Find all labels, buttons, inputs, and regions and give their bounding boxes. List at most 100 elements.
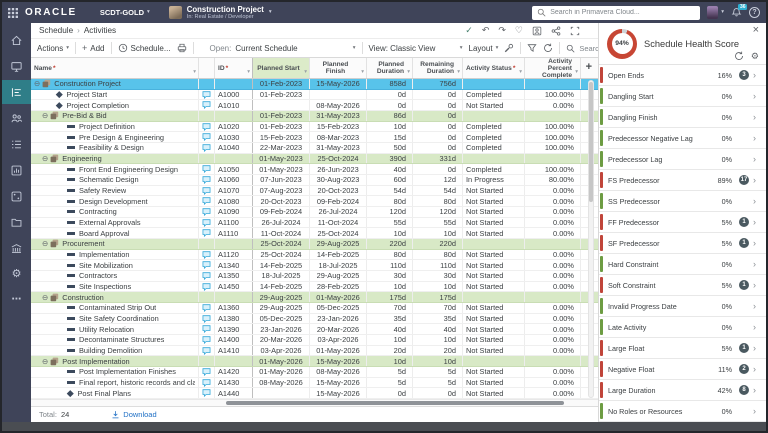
chat-icon[interactable] <box>202 186 211 195</box>
name-cell[interactable]: Contaminated Strip Out <box>31 303 199 313</box>
name-cell[interactable]: External Approvals <box>31 217 199 228</box>
remaining-duration-cell[interactable]: 110d <box>413 260 463 271</box>
planned-start-cell[interactable]: 01-May-2026 <box>253 367 310 377</box>
percent-complete-cell[interactable]: 0.00% <box>525 207 581 217</box>
activity-status-cell[interactable] <box>463 356 525 367</box>
planned-finish-cell[interactable]: 05-Dec-2025 <box>310 303 367 313</box>
gear-icon[interactable]: ⚙ <box>751 51 759 61</box>
percent-complete-cell[interactable]: 0.00% <box>525 217 581 228</box>
chat-icon[interactable] <box>202 368 211 376</box>
planned-start-cell[interactable]: 20-Mar-2026 <box>253 335 310 345</box>
activity-status-cell[interactable]: Not Started <box>463 207 525 217</box>
column-header-planned-finish[interactable]: Planned Finish ▾ <box>310 58 367 78</box>
planned-finish-cell[interactable]: 18-Jul-2025 <box>310 260 367 271</box>
remaining-duration-cell[interactable]: 120d <box>413 207 463 217</box>
sidebar-item-settings[interactable]: ⚙ <box>2 262 31 286</box>
column-menu-icon[interactable]: ▾ <box>193 69 196 76</box>
health-item[interactable]: Hard Constraint 0% › <box>599 254 766 275</box>
help-button[interactable]: ? <box>749 7 760 18</box>
sidebar-item-reports[interactable] <box>2 158 31 182</box>
planned-duration-cell[interactable]: 55d <box>367 217 413 228</box>
wrench-icon[interactable] <box>504 43 514 53</box>
name-cell[interactable]: Post Final Plans <box>31 388 199 399</box>
activity-details-icon[interactable] <box>532 26 542 36</box>
name-cell[interactable]: Contracting <box>31 207 199 217</box>
activity-row[interactable]: Site Safety Coordination A1380 05-Dec-2025… <box>31 313 598 325</box>
activity-status-cell[interactable] <box>463 79 525 89</box>
planned-duration-cell[interactable]: 10d <box>367 228 413 239</box>
health-item[interactable]: SF Predecessor 5% 1 › <box>599 233 766 254</box>
activity-row[interactable]: Implementation A1120 25-Oct-2024 14-Feb-202… <box>31 249 598 261</box>
activity-status-cell[interactable]: Not Started <box>463 335 525 345</box>
id-cell[interactable]: A1010 <box>215 100 253 111</box>
id-cell[interactable]: A1420 <box>215 367 253 377</box>
planned-finish-cell[interactable]: 25-Oct-2024 <box>310 153 367 164</box>
sidebar-item-more[interactable]: ⋯ <box>2 288 31 312</box>
workspace-selector[interactable]: SCDT-GOLD ▾ <box>100 8 150 17</box>
view-select[interactable]: View: Classic View ▾ <box>369 44 463 53</box>
name-cell[interactable]: Schematic Design <box>31 175 199 185</box>
id-cell[interactable]: A1030 <box>215 132 253 143</box>
collapse-icon[interactable]: ⊖ <box>34 80 40 88</box>
health-item[interactable]: No Roles or Resources 0% › <box>599 401 766 422</box>
planned-duration-cell[interactable]: 220d <box>367 239 413 249</box>
remaining-duration-cell[interactable]: 0d <box>413 388 463 399</box>
name-cell[interactable]: ⊖ Engineering <box>31 153 199 164</box>
add-column-button[interactable]: + <box>586 61 592 73</box>
percent-complete-cell[interactable]: 0.00% <box>525 335 581 345</box>
chat-icon[interactable] <box>202 229 211 238</box>
global-search[interactable] <box>532 5 701 20</box>
activity-row[interactable]: External Approvals A1100 26-Jul-2024 11-Oct… <box>31 217 598 229</box>
collapse-icon[interactable]: ⊖ <box>42 240 48 248</box>
planned-duration-cell[interactable]: 390d <box>367 153 413 164</box>
planned-finish-cell[interactable]: 30-Aug-2023 <box>310 175 367 185</box>
planned-duration-cell[interactable]: 50d <box>367 143 413 153</box>
percent-complete-cell[interactable]: 0.00% <box>525 313 581 324</box>
planned-duration-cell[interactable]: 30d <box>367 271 413 281</box>
chat-icon[interactable] <box>202 208 211 216</box>
planned-finish-cell[interactable]: 29-Aug-2025 <box>310 271 367 281</box>
planned-start-cell[interactable]: 01-Feb-2023 <box>253 111 310 121</box>
vertical-scrollbar[interactable] <box>588 80 594 398</box>
planned-finish-cell[interactable]: 09-Feb-2024 <box>310 196 367 207</box>
id-cell[interactable]: A1410 <box>215 345 253 356</box>
filter-icon[interactable] <box>527 43 537 53</box>
planned-finish-cell[interactable]: 08-Mar-2023 <box>310 132 367 143</box>
chat-icon[interactable] <box>202 389 211 398</box>
activity-row[interactable]: Front End Engineering Design A1050 01-May-… <box>31 164 598 176</box>
planned-duration-cell[interactable]: 86d <box>367 111 413 121</box>
health-item[interactable]: Negative Float 11% 2 › <box>599 359 766 380</box>
percent-complete-cell[interactable]: 0.00% <box>525 100 581 111</box>
chat-icon[interactable] <box>202 197 211 206</box>
name-cell[interactable]: Pre Design & Engineering <box>31 132 199 143</box>
activity-status-cell[interactable]: Completed <box>463 143 525 153</box>
planned-start-cell[interactable]: 14-Feb-2025 <box>253 281 310 292</box>
project-selector[interactable]: Construction Project In: Real Estate / D… <box>168 5 272 20</box>
activity-row[interactable]: Project Definition A1020 01-Feb-2023 15-Feb… <box>31 121 598 133</box>
activity-status-cell[interactable] <box>463 153 525 164</box>
name-cell[interactable]: Post Implementation Finishes <box>31 367 199 377</box>
activity-status-cell[interactable]: Completed <box>463 164 525 175</box>
planned-duration-cell[interactable]: 858d <box>367 79 413 89</box>
planned-finish-cell[interactable]: 29-Aug-2025 <box>310 239 367 249</box>
name-cell[interactable]: Building Demolition <box>31 345 199 356</box>
activity-row[interactable]: Site Inspections A1450 14-Feb-2025 28-Feb-2… <box>31 281 598 293</box>
planned-start-cell[interactable]: 26-Jul-2024 <box>253 217 310 228</box>
percent-complete-cell[interactable]: 0.00% <box>525 345 581 356</box>
name-cell[interactable]: Project Start <box>31 89 199 100</box>
remaining-duration-cell[interactable]: 80d <box>413 196 463 207</box>
health-item[interactable]: Predecessor Lag 0% › <box>599 149 766 170</box>
planned-start-cell[interactable]: 01-Feb-2023 <box>253 89 310 100</box>
health-item[interactable]: FF Predecessor 5% 1 › <box>599 212 766 233</box>
planned-start-cell[interactable]: 05-Dec-2025 <box>253 313 310 324</box>
horizontal-scrollbar[interactable] <box>31 399 598 406</box>
name-cell[interactable]: ⊖ Pre-Bid & Bid <box>31 111 199 121</box>
planned-duration-cell[interactable]: 10d <box>367 121 413 132</box>
column-menu-icon[interactable]: ▾ <box>519 69 522 76</box>
planned-finish-cell[interactable]: 14-Feb-2025 <box>310 249 367 260</box>
planned-start-cell[interactable]: 01-May-2023 <box>253 164 310 175</box>
activity-status-cell[interactable]: Not Started <box>463 196 525 207</box>
health-item[interactable]: Late Activity 0% › <box>599 317 766 338</box>
activity-status-cell[interactable]: Completed <box>463 132 525 143</box>
remaining-duration-cell[interactable]: 12d <box>413 175 463 185</box>
